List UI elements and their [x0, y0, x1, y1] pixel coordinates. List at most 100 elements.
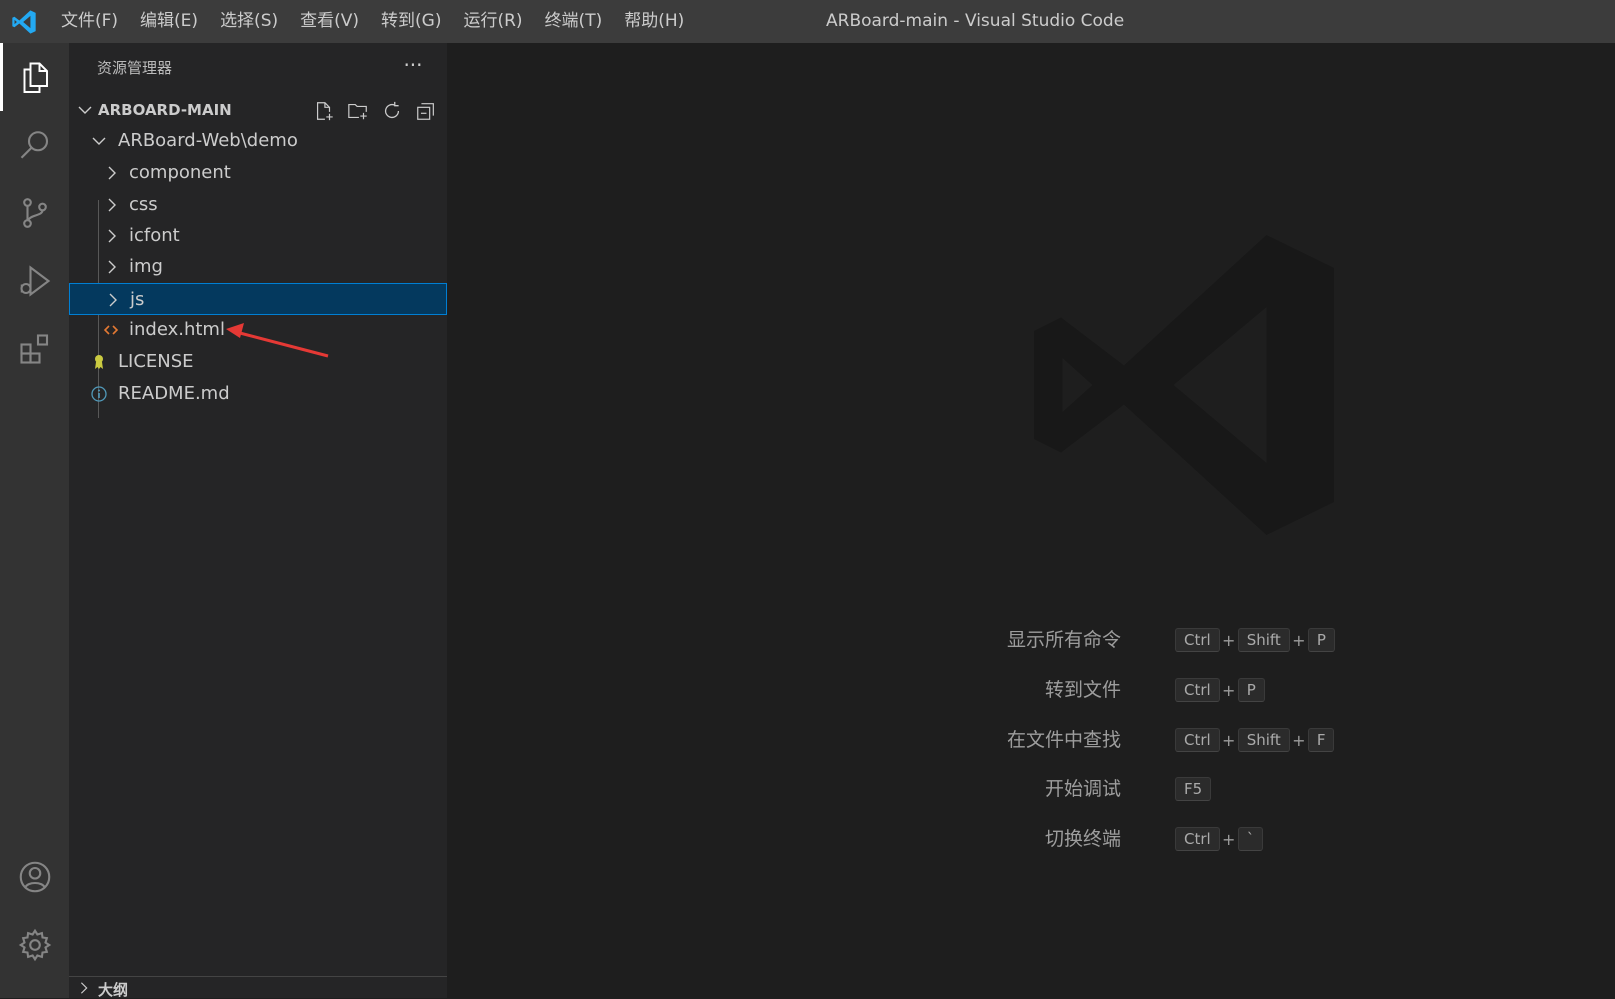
tree-item-arboard-web-demo[interactable]: ARBoard-Web\demo [69, 125, 447, 157]
activity-source-control[interactable] [0, 179, 69, 247]
keybinding-key: P [1237, 678, 1265, 702]
chevron-right-icon [108, 260, 116, 274]
tree-item-label: img [129, 256, 163, 277]
activity-search[interactable] [0, 111, 69, 179]
keybinding-key: Ctrl [1175, 628, 1220, 652]
activity-explorer[interactable] [0, 43, 69, 111]
sidebar-title: 资源管理器 [97, 59, 173, 77]
key-separator: + [1222, 680, 1236, 700]
workspace-section-header[interactable]: ARBOARD-MAIN [69, 94, 447, 126]
activity-account[interactable] [0, 843, 69, 911]
menu-item-0[interactable]: 文件(F) [50, 0, 129, 43]
tree-item-css[interactable]: css [69, 189, 447, 221]
keybinding-key: Ctrl [1175, 728, 1220, 752]
shortcut-row: 开始调试 F5 [447, 774, 1615, 804]
outline-section-header[interactable]: 大纲 [69, 976, 447, 999]
activity-run-debug[interactable] [0, 247, 69, 315]
tree-item-js[interactable]: js [69, 283, 447, 315]
chevron-right-icon [80, 982, 88, 994]
menu-item-6[interactable]: 终端(T) [534, 0, 614, 43]
tree-item-label: icfont [129, 225, 180, 246]
shortcut-label: 转到文件 [1044, 679, 1121, 701]
explorer-sidebar: 资源管理器 ··· ARBOARD-MAIN ARBoard-Web\demo c… [69, 43, 447, 999]
keybinding-key: ` [1237, 827, 1264, 851]
new-file-icon[interactable] [313, 100, 335, 122]
info-icon [91, 386, 107, 402]
search-icon [20, 131, 48, 159]
menu-item-4[interactable]: 转到(G) [370, 0, 452, 43]
key-separator: + [1222, 630, 1236, 650]
tree-item-label: index.html [129, 319, 225, 340]
shortcut-keys: Ctrl + P [1175, 678, 1265, 702]
shortcut-label: 显示所有命令 [1006, 629, 1121, 651]
tree-item-img[interactable]: img [69, 251, 447, 283]
tree-item-icfont[interactable]: icfont [69, 220, 447, 252]
sidebar-header: 资源管理器 ··· [69, 43, 447, 93]
chevron-down-icon [92, 137, 106, 145]
keybinding-key: F5 [1175, 777, 1212, 801]
keybinding-key: F [1307, 728, 1335, 752]
tree-item-label: README.md [118, 383, 230, 404]
shortcut-row: 切换终端 Ctrl + ` [447, 824, 1615, 854]
refresh-icon[interactable] [381, 100, 403, 122]
html-file-icon [103, 325, 119, 335]
explorer-icon [23, 62, 48, 93]
tree-item-readme-md[interactable]: README.md [69, 378, 447, 410]
account-icon [19, 861, 50, 893]
shortcut-label: 开始调试 [1044, 778, 1121, 800]
menu-item-3[interactable]: 查看(V) [289, 0, 370, 43]
activity-extensions[interactable] [0, 315, 69, 383]
key-separator: + [1222, 730, 1236, 750]
key-separator: + [1292, 630, 1306, 650]
menu-item-7[interactable]: 帮助(H) [613, 0, 695, 43]
menu-bar: 文件(F) 编辑(E) 选择(S) 查看(V) 转到(G) 运行(R) 终端(T) 帮助(H) [50, 0, 695, 43]
keybinding-key: Ctrl [1175, 678, 1220, 702]
title-bar: 文件(F) 编辑(E) 选择(S) 查看(V) 转到(G) 运行(R) 终端(T) 帮助(H)… [0, 0, 1615, 43]
key-separator: + [1292, 730, 1306, 750]
editor-area: 显示所有命令 Ctrl + Shift + P 转到文件 Ctrl + P 在文件中查找 Ctrl + S… [447, 43, 1615, 998]
source-control-icon [22, 198, 47, 228]
shortcut-keys: F5 [1175, 777, 1212, 801]
workspace-title: ARBOARD-MAIN [98, 101, 232, 119]
key-separator: + [1222, 829, 1236, 849]
shortcut-row: 显示所有命令 Ctrl + Shift + P [447, 625, 1615, 655]
chevron-right-icon [108, 166, 116, 180]
tree-item-label: component [129, 162, 231, 183]
run-debug-icon [19, 265, 50, 297]
tree-item-component[interactable]: component [69, 157, 447, 189]
tree-item-label: LICENSE [118, 351, 194, 372]
tree-item-label: css [129, 194, 158, 215]
more-actions-button[interactable]: ··· [399, 54, 427, 82]
keybinding-key: Shift [1237, 728, 1290, 752]
outline-title: 大纲 [98, 981, 129, 999]
window-title: ARBoard-main - Visual Studio Code [826, 11, 1125, 31]
shortcut-row: 在文件中查找 Ctrl + Shift + F [447, 725, 1615, 755]
vscode-watermark-icon [1034, 235, 1334, 535]
keybinding-key: P [1307, 628, 1335, 652]
menu-item-2[interactable]: 选择(S) [209, 0, 289, 43]
annotation-arrow [226, 323, 329, 358]
tree-item-label: js [130, 289, 145, 310]
chevron-right-icon [108, 198, 116, 212]
vscode-logo-icon [12, 10, 36, 34]
collapse-all-icon[interactable] [415, 100, 437, 122]
menu-item-5[interactable]: 运行(R) [452, 0, 533, 43]
shortcut-keys: Ctrl + Shift + F [1175, 728, 1335, 752]
activity-settings[interactable] [0, 911, 69, 979]
chevron-right-icon [109, 293, 117, 307]
shortcut-row: 转到文件 Ctrl + P [447, 675, 1615, 705]
shortcut-label: 切换终端 [1044, 828, 1121, 850]
shortcut-label: 在文件中查找 [1006, 729, 1121, 751]
new-folder-icon[interactable] [347, 100, 369, 122]
chevron-down-icon [78, 106, 92, 114]
settings-gear-icon [18, 928, 51, 962]
tree-item-label: ARBoard-Web\demo [118, 130, 298, 151]
license-icon [95, 355, 103, 369]
keybinding-key: Ctrl [1175, 827, 1220, 851]
shortcut-keys: Ctrl + Shift + P [1175, 628, 1335, 652]
keybinding-key: Shift [1237, 628, 1290, 652]
extensions-icon [19, 334, 48, 364]
menu-item-1[interactable]: 编辑(E) [129, 0, 209, 43]
activity-bar [0, 43, 69, 998]
chevron-right-icon [108, 229, 116, 243]
